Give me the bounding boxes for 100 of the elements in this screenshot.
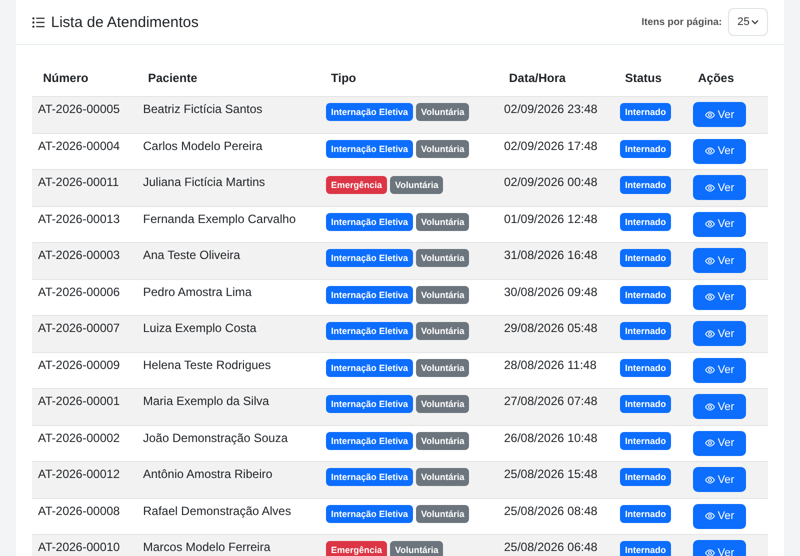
table-cell: Rafael Demonstração Alves — [143, 504, 292, 518]
page-size-label: Itens por página: — [641, 16, 722, 28]
status-badge: Internado — [620, 176, 672, 194]
type-badge: Voluntária — [416, 504, 470, 522]
table-cell: 30/08/2026 09:48 — [504, 284, 598, 298]
column-header: Ações — [698, 71, 734, 85]
type-badge: Voluntária — [416, 395, 470, 413]
table-cell: Fernanda Exemplo Carvalho — [143, 212, 296, 226]
eye-icon — [704, 474, 715, 484]
view-button[interactable]: Ver — [693, 504, 746, 528]
column-header: Paciente — [148, 71, 198, 85]
eye-icon — [704, 110, 715, 120]
table-cell: Pedro Amostra Lima — [143, 284, 252, 298]
view-button[interactable]: Ver — [693, 284, 746, 310]
table-cell: Helena Teste Rodrigues — [143, 358, 271, 372]
type-badge: Internação Eletiva — [326, 140, 414, 158]
table-cell: 25/08/2026 06:48 — [504, 540, 598, 554]
view-button[interactable]: Ver — [693, 102, 746, 127]
type-badge: Voluntária — [390, 541, 444, 556]
eye-icon — [704, 438, 715, 448]
table-cell: 25/08/2026 15:48 — [504, 467, 598, 481]
view-button[interactable]: Ver — [693, 394, 746, 419]
table-cell: AT-2026-00007 — [38, 321, 120, 335]
eye-icon — [704, 548, 715, 556]
column-header: Tipo — [331, 71, 356, 85]
view-button[interactable]: Ver — [693, 212, 746, 236]
table-cell: AT-2026-00011 — [38, 175, 119, 189]
type-badge: Voluntária — [416, 140, 470, 158]
table-cell: AT-2026-00005 — [38, 102, 120, 116]
table-cell: AT-2026-00008 — [38, 504, 120, 518]
status-badge: Internado — [620, 358, 672, 376]
table-cell: Ana Teste Oliveira — [143, 248, 240, 262]
type-badge: Internação Eletiva — [326, 212, 414, 230]
table-cell: 27/08/2026 07:48 — [504, 394, 598, 408]
table-cell: João Demonstração Souza — [143, 430, 288, 444]
type-badge: Internação Eletiva — [326, 358, 414, 376]
table-cell: 01/09/2026 12:48 — [504, 212, 598, 226]
type-badge: Voluntária — [416, 432, 470, 450]
status-badge: Internado — [620, 432, 672, 450]
eye-icon — [704, 511, 715, 521]
status-badge: Internado — [620, 541, 672, 556]
table-cell: Marcos Modelo Ferreira — [143, 540, 270, 554]
eye-icon — [704, 146, 715, 156]
eye-icon — [704, 328, 715, 338]
view-button[interactable]: Ver — [693, 248, 746, 273]
table-cell: AT-2026-00013 — [38, 212, 120, 226]
chevron-down-icon — [750, 19, 759, 25]
column-header: Data/Hora — [509, 71, 566, 85]
type-badge: Internação Eletiva — [326, 432, 414, 450]
table-cell: 02/09/2026 17:48 — [504, 138, 598, 152]
status-badge: Internado — [620, 504, 672, 522]
type-badge: Internação Eletiva — [326, 322, 414, 340]
type-badge: Voluntária — [390, 176, 444, 194]
table-cell: 31/08/2026 16:48 — [504, 248, 598, 262]
table-cell: Juliana Fictícia Martins — [143, 175, 266, 189]
eye-icon — [704, 292, 715, 302]
type-badge: Voluntária — [416, 249, 470, 267]
status-badge: Internado — [620, 249, 672, 267]
type-badge: Internação Eletiva — [326, 395, 414, 413]
type-badge: Voluntária — [416, 286, 470, 304]
eye-icon — [704, 365, 715, 375]
table-cell: Beatriz Fictícia Santos — [143, 102, 262, 116]
view-button[interactable]: Ver — [693, 540, 746, 556]
table-cell: 25/08/2026 08:48 — [504, 504, 598, 518]
view-button[interactable]: Ver — [693, 321, 746, 346]
type-badge: Internação Eletiva — [326, 286, 414, 304]
table-cell: Maria Exemplo da Silva — [143, 394, 270, 408]
view-button[interactable]: Ver — [693, 175, 746, 200]
type-badge: Emergência — [326, 176, 388, 194]
table-cell: AT-2026-00001 — [38, 394, 120, 408]
status-badge: Internado — [620, 286, 672, 304]
type-badge: Internação Eletiva — [326, 468, 414, 486]
table-cell: 02/09/2026 23:48 — [504, 102, 598, 116]
eye-icon — [704, 256, 715, 266]
type-badge: Voluntária — [416, 358, 470, 376]
table-cell: AT-2026-00012 — [38, 467, 120, 481]
page-size-select[interactable]: 25 — [728, 8, 768, 36]
type-badge: Voluntária — [416, 103, 470, 121]
type-badge: Emergência — [326, 541, 388, 556]
page-title: Lista de Atendimentos — [51, 14, 199, 30]
view-button[interactable]: Ver — [693, 138, 746, 164]
type-badge: Voluntária — [416, 322, 470, 340]
view-button[interactable]: Ver — [693, 467, 746, 492]
table-cell: Antônio Amostra Ribeiro — [143, 467, 272, 481]
table-cell: AT-2026-00004 — [38, 138, 120, 152]
status-badge: Internado — [620, 140, 672, 158]
table-cell: AT-2026-00002 — [38, 430, 120, 444]
status-badge: Internado — [620, 322, 672, 340]
list-icon — [32, 16, 45, 28]
table-cell: AT-2026-00003 — [38, 248, 120, 262]
type-badge: Internação Eletiva — [326, 103, 414, 121]
view-button[interactable]: Ver — [693, 358, 746, 382]
table-cell: 28/08/2026 11:48 — [504, 358, 597, 372]
table-cell: 26/08/2026 10:48 — [504, 430, 598, 444]
status-badge: Internado — [620, 468, 672, 486]
type-badge: Voluntária — [416, 468, 470, 486]
table-cell: 02/09/2026 00:48 — [504, 175, 598, 189]
column-header: Status — [625, 71, 662, 85]
view-button[interactable]: Ver — [693, 430, 746, 456]
eye-icon — [704, 402, 715, 412]
